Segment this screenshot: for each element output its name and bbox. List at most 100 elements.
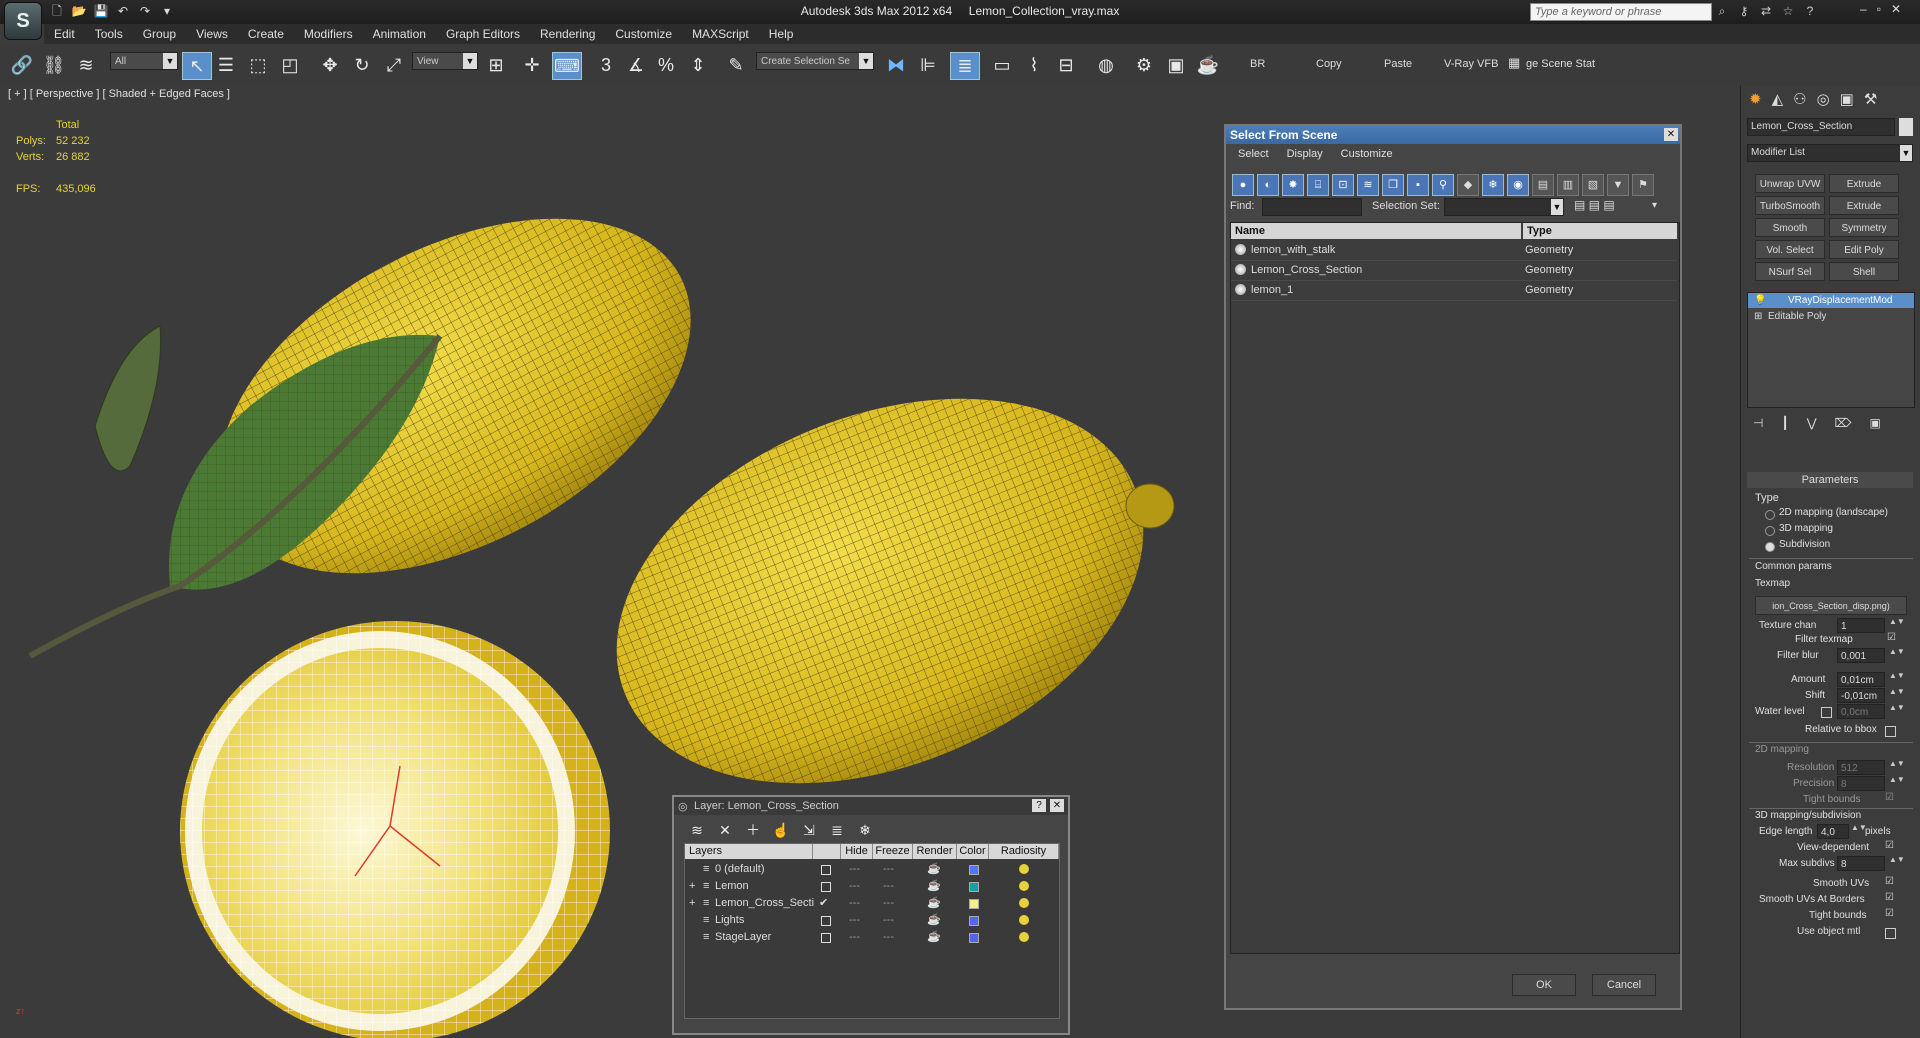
display-xrefs-icon[interactable]: ▪ — [1407, 174, 1429, 196]
link-icon[interactable]: 🔗 — [8, 52, 36, 78]
render-teapot-icon[interactable]: ☕ — [927, 895, 941, 912]
modify-tab-icon[interactable]: ◭ — [1772, 90, 1784, 108]
hide-toggle[interactable]: --- — [849, 861, 860, 878]
close-button[interactable]: ✕ — [1891, 2, 1901, 16]
spinner-arrows-icon[interactable]: ▲▼ — [1889, 618, 1905, 632]
spinner-arrows-icon[interactable]: ▲▼ — [1889, 672, 1905, 686]
create-tab-icon[interactable]: ✹ — [1749, 90, 1762, 108]
layer-color-swatch[interactable] — [969, 882, 979, 892]
help-button[interactable]: ? — [1032, 799, 1046, 812]
hide-toggle[interactable]: --- — [849, 929, 860, 946]
spinner-arrows-icon[interactable]: ▲▼ — [1889, 776, 1905, 790]
display-bones-icon[interactable]: ⚲ — [1432, 174, 1454, 196]
layer-color-swatch[interactable] — [969, 865, 979, 875]
layer-row[interactable]: + ≡ Lemon --- --- ☕ — [685, 878, 1059, 895]
freeze-all-icon[interactable]: ❄ — [856, 821, 874, 839]
display-hidden-icon[interactable]: ◉ — [1507, 174, 1529, 196]
hierarchy-tab-icon[interactable]: ⚇ — [1793, 90, 1806, 108]
layer-row[interactable]: ≡ Lights --- --- ☕ — [685, 912, 1059, 929]
menu-select[interactable]: Select — [1238, 148, 1269, 160]
scale-icon[interactable]: ⤢ — [380, 52, 408, 78]
active-layer-checkbox[interactable] — [821, 882, 831, 892]
edit-poly-button[interactable]: Edit Poly — [1829, 240, 1899, 259]
layer-row[interactable]: + ≡ Lemon_Cross_Secti ✔ --- --- ☕ — [685, 895, 1059, 912]
show-end-result-icon[interactable]: ┃ — [1781, 416, 1788, 430]
selection-set-tools-icon[interactable]: ▤ ▤ ▤ — [1574, 198, 1615, 212]
selection-filter-dropdown[interactable]: All ▼ — [110, 52, 178, 70]
menu-modifiers[interactable]: Modifiers — [294, 27, 363, 41]
nsurf-sel-button[interactable]: NSurf Sel — [1755, 262, 1825, 281]
column-header-name[interactable]: Name — [1231, 223, 1521, 239]
shell-button[interactable]: Shell — [1829, 262, 1899, 281]
freeze-toggle[interactable]: --- — [883, 912, 894, 929]
render-teapot-icon[interactable]: ☕ — [927, 929, 941, 946]
rotate-icon[interactable]: ↻ — [348, 52, 376, 78]
menu-customize[interactable]: Customize — [1341, 148, 1393, 160]
star-icon[interactable]: ☆ — [1780, 3, 1796, 19]
make-unique-icon[interactable]: ⋁ — [1807, 416, 1817, 430]
object-color-swatch[interactable] — [1899, 118, 1913, 136]
expand-icon[interactable]: + — [689, 878, 695, 895]
menu-tools[interactable]: Tools — [85, 27, 133, 41]
filter-options-icon[interactable]: ⚑ — [1632, 174, 1654, 196]
menu-display[interactable]: Display — [1287, 148, 1323, 160]
layer-color-swatch[interactable] — [969, 916, 979, 926]
list-item[interactable]: lemon_with_stalk Geometry — [1231, 241, 1677, 261]
spinner-arrows-icon[interactable]: ▲▼ — [1889, 760, 1905, 774]
water-level-spinner[interactable]: 0,0cm — [1837, 704, 1885, 719]
column-header-hide[interactable]: Hide — [841, 844, 873, 859]
br-button[interactable]: BR — [1250, 58, 1265, 70]
scene-stat-button[interactable]: ge Scene Stat — [1526, 58, 1595, 70]
new-layer-icon[interactable]: ≋ — [688, 821, 706, 839]
search-input[interactable]: Type a keyword or phrase — [1530, 3, 1712, 21]
select-manipulate-icon[interactable]: ✛ — [518, 52, 546, 78]
edit-named-selection-icon[interactable]: ✎ — [722, 52, 750, 78]
view-dependent-checkbox[interactable]: ☑ — [1885, 840, 1894, 851]
smooth-button[interactable]: Smooth — [1755, 218, 1825, 237]
use-object-mtl-checkbox[interactable] — [1885, 928, 1896, 939]
active-layer-checkbox[interactable] — [821, 865, 831, 875]
hide-toggle[interactable]: --- — [849, 895, 860, 912]
parameters-rollout-header[interactable]: Parameters — [1747, 472, 1913, 488]
key-icon[interactable]: ⚷ — [1736, 3, 1752, 19]
menu-group[interactable]: Group — [133, 27, 186, 41]
freeze-toggle[interactable]: --- — [883, 861, 894, 878]
paste-button[interactable]: Paste — [1384, 58, 1412, 70]
mirror-icon[interactable]: ⧓ — [882, 52, 910, 78]
filter-texmap-checkbox[interactable]: ☑ — [1887, 632, 1896, 643]
filter-icon[interactable]: ▼ — [1607, 174, 1629, 196]
ok-button[interactable]: OK — [1512, 974, 1576, 996]
layer-manager-icon[interactable]: ≣ — [950, 52, 980, 80]
spinner-arrows-icon[interactable]: ▲▼ — [1889, 648, 1905, 662]
active-layer-checkbox[interactable] — [821, 933, 831, 943]
max-subdivs-spinner[interactable]: 8 — [1837, 856, 1885, 871]
chevron-down-icon[interactable]: ▾ — [1652, 200, 1657, 211]
vray-vfb-button[interactable]: V-Ray VFB — [1444, 58, 1498, 70]
layer-color-swatch[interactable] — [969, 899, 979, 909]
menu-edit[interactable]: Edit — [44, 27, 85, 41]
column-header-color[interactable]: Color — [957, 844, 989, 859]
menu-help[interactable]: Help — [759, 27, 804, 41]
select-by-name-icon[interactable]: ☰ — [212, 52, 240, 78]
display-tab-icon[interactable]: ▣ — [1840, 90, 1854, 108]
angle-snap-icon[interactable]: ∡ — [622, 52, 650, 78]
texture-chan-spinner[interactable]: 1 — [1837, 618, 1885, 633]
render-teapot-icon[interactable]: ☕ — [927, 912, 941, 929]
help-icon[interactable]: ? — [1802, 3, 1818, 19]
symmetry-button[interactable]: Symmetry — [1829, 218, 1899, 237]
freeze-toggle[interactable]: --- — [883, 929, 894, 946]
hide-toggle[interactable]: --- — [849, 878, 860, 895]
remove-modifier-icon[interactable]: ⌦ — [1835, 416, 1852, 430]
select-layer-icon[interactable]: ☝ — [772, 821, 790, 839]
modifier-list-dropdown[interactable]: Modifier List ▼ — [1747, 144, 1913, 162]
column-header-render[interactable]: Render — [913, 844, 957, 859]
active-layer-checkbox[interactable] — [821, 916, 831, 926]
select-none-icon[interactable]: ▥ — [1557, 174, 1579, 196]
shift-spinner[interactable]: -0,01cm — [1837, 688, 1885, 703]
radio-3d-mapping[interactable] — [1765, 526, 1775, 536]
render-production-icon[interactable]: ☕ — [1194, 52, 1222, 78]
keyboard-shortcut-icon[interactable]: ⌨ — [552, 52, 582, 80]
menu-maxscript[interactable]: MAXScript — [682, 27, 759, 41]
object-name-field[interactable]: Lemon_Cross_Section — [1747, 118, 1895, 136]
align-icon[interactable]: ⊫ — [914, 52, 942, 78]
